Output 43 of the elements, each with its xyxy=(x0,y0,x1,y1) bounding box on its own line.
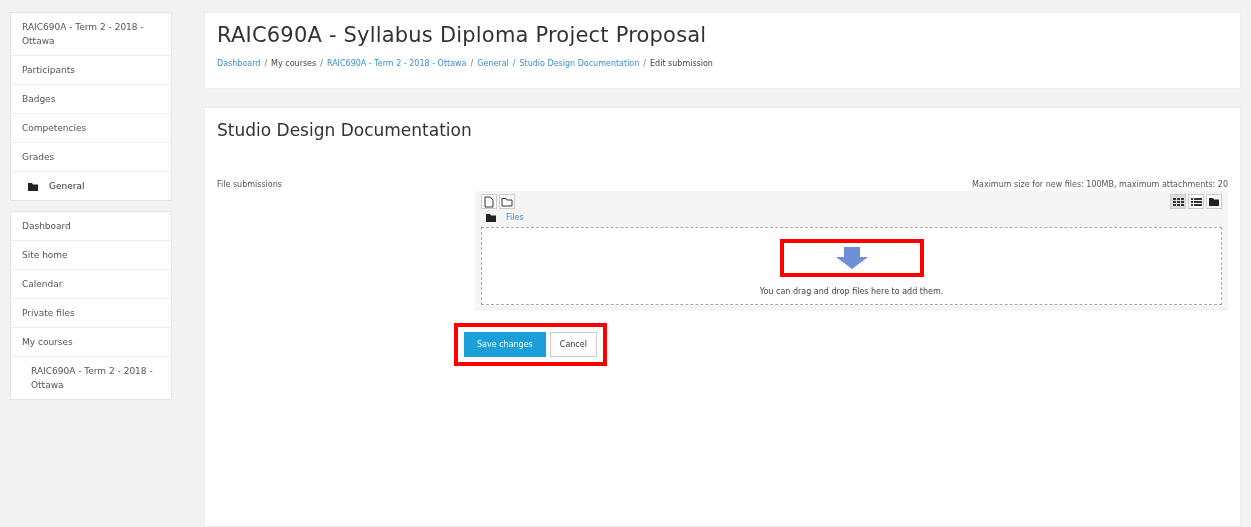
view-mode-button[interactable] xyxy=(1206,194,1222,209)
folder-icon xyxy=(1207,195,1221,208)
breadcrumb-link[interactable]: Studio Design Documentation xyxy=(519,59,640,68)
down-arrow-icon xyxy=(835,247,868,269)
create-folder-button[interactable] xyxy=(499,194,515,209)
breadcrumb-text: Edit submission xyxy=(650,59,713,68)
breadcrumb-link[interactable]: General xyxy=(477,59,509,68)
limits-note: Maximum size for new files: 100MB, maximum attachments: 20 xyxy=(972,180,1228,189)
sidebar-item[interactable]: General xyxy=(49,179,85,193)
breadcrumb-separator: / xyxy=(470,59,474,68)
breadcrumb-text: My courses xyxy=(271,59,317,68)
folder-icon xyxy=(485,212,497,223)
list-icon xyxy=(1189,195,1203,208)
view-mode-button[interactable] xyxy=(1188,194,1204,209)
page-title: RAIC690A - Syllabus Diploma Project Proposal xyxy=(217,23,708,47)
drop-zone[interactable]: You can drag and drop files here to add them. xyxy=(481,227,1222,305)
folder-icon xyxy=(501,195,513,208)
breadcrumb-link[interactable]: RAIC690A - Term 2 - 2018 - Ottawa xyxy=(326,59,467,68)
sidebar-item[interactable]: Participants xyxy=(11,56,171,85)
sidebar-item[interactable]: Competencies xyxy=(11,114,171,143)
sidebar-item[interactable]: Site home xyxy=(11,241,171,270)
sidebar-item[interactable]: Badges xyxy=(11,85,171,114)
sidebar-item[interactable]: RAIC690A - Term 2 - 2018 - Ottawa xyxy=(11,13,171,56)
sidebar-item[interactable]: Grades xyxy=(11,143,171,172)
file-icon xyxy=(483,195,495,208)
sidebar-item[interactable]: RAIC690A - Term 2 - 2018 - Ottawa xyxy=(11,357,171,399)
add-file-button[interactable] xyxy=(481,194,497,209)
breadcrumb-separator: / xyxy=(643,59,647,68)
breadcrumb-separator: / xyxy=(512,59,516,68)
grid-icon xyxy=(1171,195,1185,208)
breadcrumb-link[interactable]: Dashboard xyxy=(217,59,261,68)
sidebar-item[interactable]: Private files xyxy=(11,299,171,328)
view-mode-button[interactable] xyxy=(1170,194,1186,209)
breadcrumb-separator: / xyxy=(320,59,323,68)
breadcrumb-separator: / xyxy=(264,59,268,68)
folder-icon xyxy=(27,180,39,192)
cancel-button[interactable]: Cancel xyxy=(549,332,597,357)
field-label: File submissions xyxy=(217,180,283,191)
sidebar-item[interactable]: Calendar xyxy=(11,270,171,299)
sidebar-item[interactable]: Dashboard xyxy=(11,212,171,241)
section-heading: Studio Design Documentation xyxy=(217,120,473,140)
sidebar-item[interactable]: My courses xyxy=(11,328,171,357)
drop-hint: You can drag and drop files here to add them. xyxy=(759,287,944,296)
